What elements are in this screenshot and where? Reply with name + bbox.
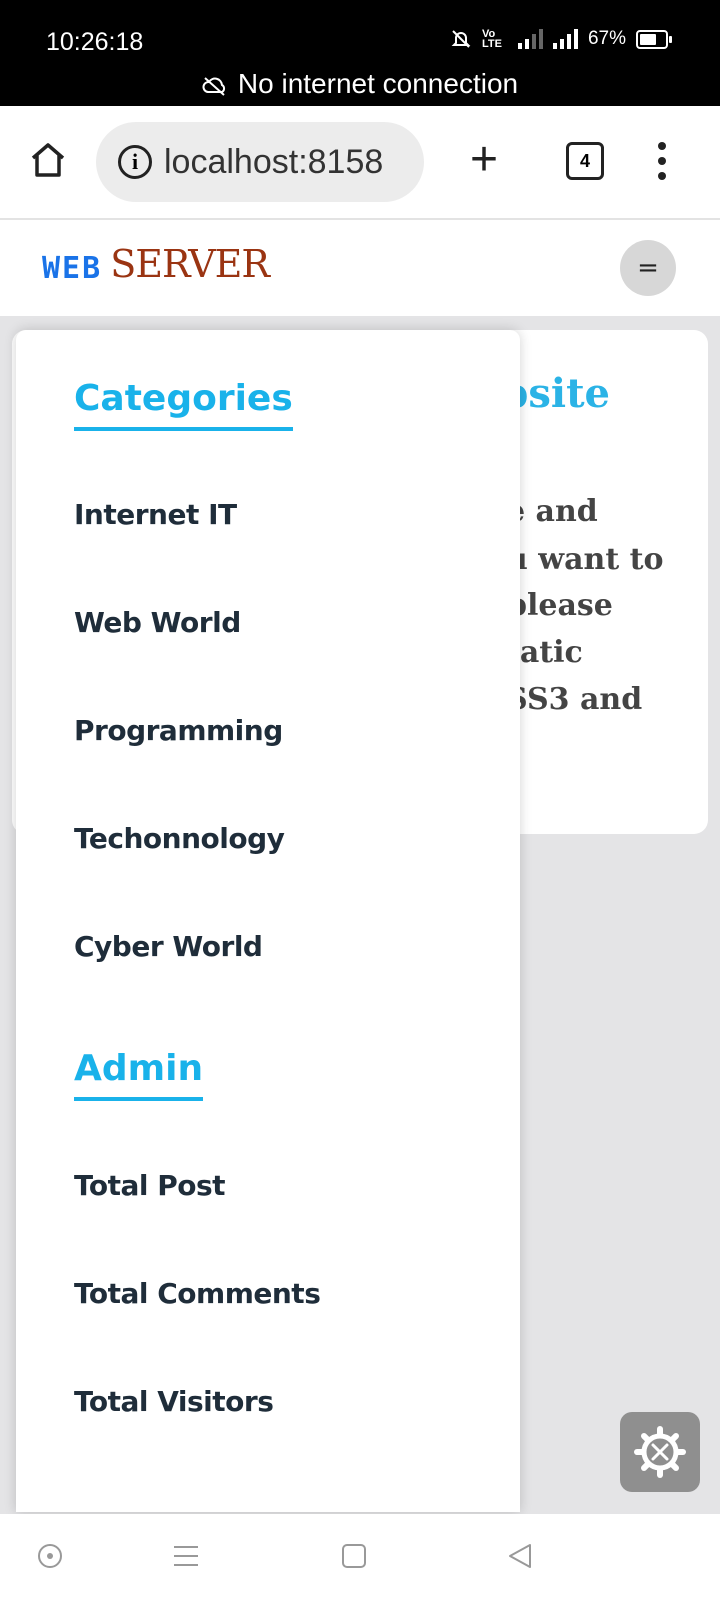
signal-1-icon [517,29,543,49]
status-icons: Vo LTE 67% [450,28,672,50]
category-cyber-world[interactable]: Cyber World [74,930,263,963]
intro-card-line: SS3 and [506,682,643,717]
admin-total-visitors[interactable]: Total Visitors [74,1385,274,1418]
intro-card-line: please [506,588,613,623]
signal-2-icon [552,29,578,49]
recents-menu-icon[interactable] [172,1542,200,1570]
browser-toolbar: i localhost:8158 + 4 [0,106,720,220]
category-techonnology[interactable]: Techonnology [74,822,285,855]
connection-notice: No internet connection [0,68,720,100]
category-programming[interactable]: Programming [74,714,283,747]
category-web-world[interactable]: Web World [74,606,241,639]
category-internet-it[interactable]: Internet IT [74,498,237,531]
admin-total-post[interactable]: Total Post [74,1169,226,1202]
admin-total-comments[interactable]: Total Comments [74,1277,321,1310]
home-square-icon[interactable] [340,1542,368,1570]
categories-heading: Categories [74,378,293,431]
site-info-icon[interactable]: i [118,145,152,179]
connection-notice-text: No internet connection [237,68,519,99]
volte-icon: Vo LTE [481,28,502,50]
site-logo[interactable]: WEB SERVER [42,242,270,286]
battery-icon [636,29,672,49]
system-nav-bar [0,1514,720,1600]
intro-card-line: u want to [506,542,664,577]
logo-server: SERVER [110,242,270,286]
cloud-off-icon [202,76,225,96]
status-bar: 10:26:18 Vo LTE 67% No internet connecti… [0,0,720,106]
admin-heading: Admin [74,1048,204,1101]
assistant-icon[interactable] [36,1542,64,1570]
clock: 10:26:18 [46,28,144,56]
settings-fab[interactable] [620,1412,700,1492]
mute-bell-icon [451,30,471,48]
url-text[interactable]: localhost:8158 [164,143,383,182]
logo-web: WEB [42,251,103,286]
battery-percent: 67% [587,28,626,49]
gear-tools-icon [634,1426,686,1478]
menu-toggle-button[interactable]: = [620,240,676,296]
browser-menu-icon[interactable] [658,142,666,180]
new-tab-button[interactable]: + [470,136,498,184]
navigation-drawer: Categories Internet IT Web World Program… [16,330,520,1512]
tab-switcher-button[interactable]: 4 [566,142,604,180]
address-bar[interactable]: i localhost:8158 [96,122,424,202]
home-icon[interactable] [28,140,68,180]
back-icon[interactable] [506,1542,534,1570]
site-header: WEB SERVER = [0,220,720,316]
